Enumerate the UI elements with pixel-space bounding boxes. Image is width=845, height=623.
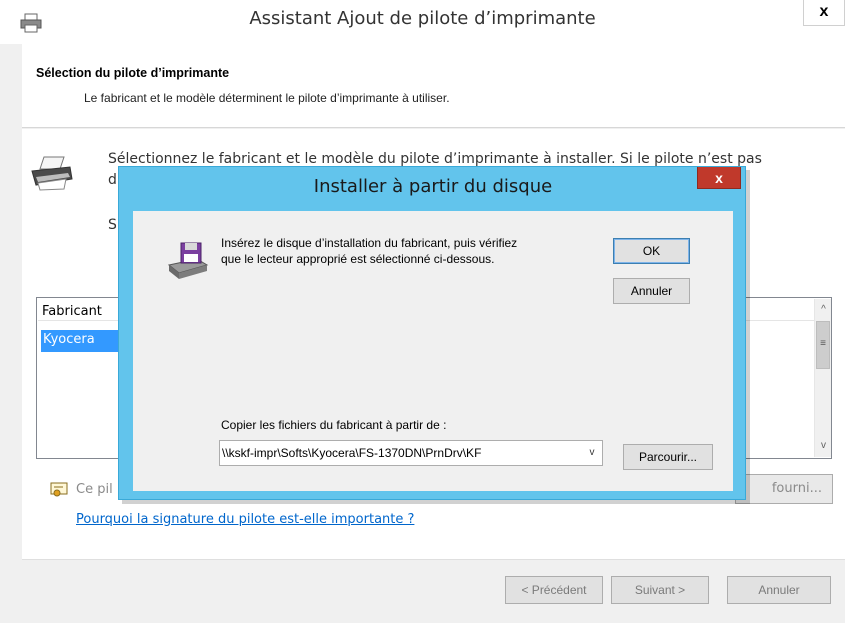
wizard-instruction-fragment-2: S [108,217,117,233]
floppy-disk-drive-icon [167,242,209,279]
wizard-close-button[interactable]: x [803,0,845,26]
previous-button[interactable]: < Précédent [505,576,603,604]
dialog-close-button[interactable]: x [697,167,741,189]
printer-device-icon [31,156,73,191]
install-from-disk-dialog: Installer à partir du disque x Insérez l… [118,166,746,500]
browse-button[interactable]: Parcourir... [623,444,713,470]
next-button[interactable]: Suivant > [611,576,709,604]
certificate-icon [50,482,68,497]
driver-signed-status: Ce pil [76,482,113,497]
dialog-client-area: Insérez le disque d’installation du fabr… [133,211,733,491]
wizard-subheading: Le fabricant et le modèle déterminent le… [84,91,450,105]
manufacturer-scrollbar[interactable]: ^ ≡ v [814,299,831,457]
dialog-message: Insérez le disque d’installation du fabr… [221,236,518,266]
ok-button[interactable]: OK [613,238,690,264]
wizard-header: Sélection du pilote d’imprimante Le fabr… [22,44,845,128]
scroll-down-arrow-icon[interactable]: v [815,437,832,454]
wizard-left-border [0,44,22,623]
scroll-up-arrow-icon[interactable]: ^ [815,301,832,318]
list-item[interactable]: Kyocera [41,330,119,352]
driver-signature-help-link[interactable]: Pourquoi la signature du pilote est-elle… [76,512,414,527]
wizard-instruction-fragment: d [108,172,117,188]
dialog-cancel-button[interactable]: Annuler [613,278,690,304]
scroll-thumb[interactable]: ≡ [816,321,830,369]
copy-from-label: Copier les fichiers du fabricant à parti… [221,418,447,432]
wizard-instruction: Sélectionnez le fabricant et le modèle d… [108,151,762,167]
wizard-titlebar: Assistant Ajout de pilote d’imprimante x [0,0,845,44]
wizard-cancel-button[interactable]: Annuler [727,576,831,604]
wizard-footer [22,559,845,623]
dialog-title: Installer à partir du disque [313,176,553,197]
source-path-combobox[interactable]: \\kskf-impr\Softs\Kyocera\FS-1370DN\PrnD… [219,440,603,466]
source-path-value[interactable]: \\kskf-impr\Softs\Kyocera\FS-1370DN\PrnD… [222,446,481,460]
wizard-title: Assistant Ajout de pilote d’imprimante [249,8,596,29]
chevron-down-icon[interactable]: v [584,445,600,461]
wizard-heading: Sélection du pilote d’imprimante [36,66,230,80]
